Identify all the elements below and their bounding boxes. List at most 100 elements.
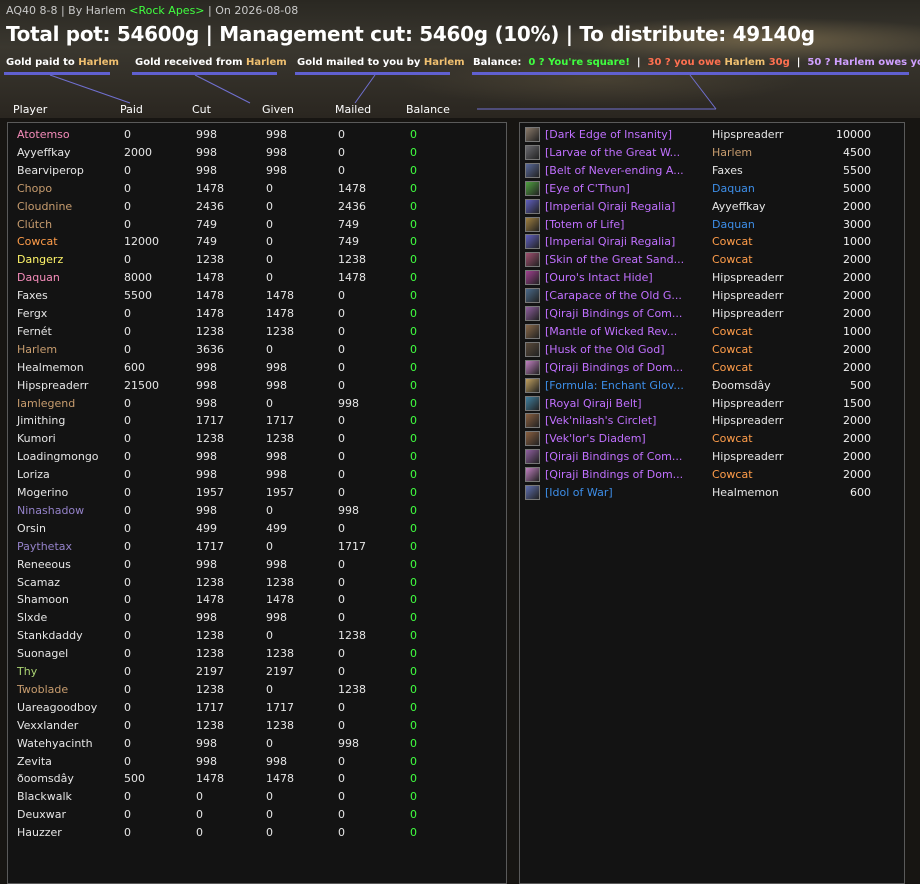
item-link[interactable]: [Husk of the Old God]: [545, 341, 705, 358]
item-amount: 3000: [843, 217, 871, 231]
player-row[interactable]: Loriza 0 998 998 0 0: [8, 466, 506, 483]
player-row[interactable]: Paythetax 0 1717 0 1717 0: [8, 538, 506, 555]
player-row[interactable]: Chopo 0 1478 0 1478 0: [8, 180, 506, 197]
item-link[interactable]: [Qiraji Bindings of Com...: [545, 448, 705, 465]
player-row[interactable]: Blackwalk 0 0 0 0 0: [8, 788, 506, 805]
player-row[interactable]: Watehyacinth 0 998 0 998 0: [8, 735, 506, 752]
loot-row[interactable]: [Larvae of the Great W... Harlem 4500: [520, 144, 904, 161]
item-link[interactable]: [Vek'nilash's Circlet]: [545, 412, 705, 429]
player-row[interactable]: Mogerino 0 1957 1957 0 0: [8, 484, 506, 501]
item-link[interactable]: [Royal Qiraji Belt]: [545, 395, 705, 412]
player-row[interactable]: Stankdaddy 0 1238 0 1238 0: [8, 627, 506, 644]
player-cut: 998: [196, 360, 217, 374]
loot-row[interactable]: [Qiraji Bindings of Com... Hipspreaderr 20…: [520, 305, 904, 322]
player-mailed: 998: [338, 736, 359, 750]
player-row[interactable]: Reneeous 0 998 998 0 0: [8, 556, 506, 573]
item-link[interactable]: [Belt of Never-ending A...: [545, 162, 705, 179]
player-row[interactable]: Jimithing 0 1717 1717 0 0: [8, 412, 506, 429]
item-link[interactable]: [Skin of the Great Sand...: [545, 251, 705, 268]
player-row[interactable]: Orsin 0 499 499 0 0: [8, 520, 506, 537]
player-row[interactable]: Bearviperop 0 998 998 0 0: [8, 162, 506, 179]
item-link[interactable]: [Larvae of the Great W...: [545, 144, 705, 161]
player-row[interactable]: Uareagoodboy 0 1717 1717 0 0: [8, 699, 506, 716]
loot-row[interactable]: [Belt of Never-ending A... Faxes 5500: [520, 162, 904, 179]
item-link[interactable]: [Qiraji Bindings of Dom...: [545, 359, 705, 376]
player-row[interactable]: Ayyeffkay 2000 998 998 0 0: [8, 144, 506, 161]
bindings-icon: [525, 359, 540, 375]
loot-row[interactable]: [Carapace of the Old G... Hipspreaderr 200…: [520, 287, 904, 304]
loot-row[interactable]: [Qiraji Bindings of Com... Hipspreaderr 20…: [520, 448, 904, 465]
player-row[interactable]: Zevita 0 998 998 0 0: [8, 753, 506, 770]
loot-row[interactable]: [Totem of Life] Daquan 3000: [520, 216, 904, 233]
player-row[interactable]: Shamoon 0 1478 1478 0 0: [8, 591, 506, 608]
player-name: Orsin: [17, 521, 46, 535]
player-row[interactable]: Fernét 0 1238 1238 0 0: [8, 323, 506, 340]
player-row[interactable]: Scamaz 0 1238 1238 0 0: [8, 574, 506, 591]
bindings-icon: [525, 467, 540, 483]
player-row[interactable]: Slxde 0 998 998 0 0: [8, 609, 506, 626]
player-row[interactable]: Vexxlander 0 1238 1238 0 0: [8, 717, 506, 734]
player-row[interactable]: Deuxwar 0 0 0 0 0: [8, 806, 506, 823]
loot-row[interactable]: [Husk of the Old God] Cowcat 2000: [520, 341, 904, 358]
player-row[interactable]: Hipspreaderr 21500 998 998 0 0: [8, 377, 506, 394]
player-row[interactable]: Hauzzer 0 0 0 0 0: [8, 824, 506, 841]
player-cut: 2197: [196, 665, 224, 678]
player-row[interactable]: Suonagel 0 1238 1238 0 0: [8, 645, 506, 662]
player-row[interactable]: ðoomsdây 500 1478 1478 0 0: [8, 770, 506, 787]
player-row[interactable]: Healmemon 600 998 998 0 0: [8, 359, 506, 376]
loot-row[interactable]: [Qiraji Bindings of Dom... Cowcat 2000: [520, 359, 904, 376]
player-row[interactable]: Dangerz 0 1238 0 1238 0: [8, 251, 506, 268]
item-link[interactable]: [Eye of C'Thun]: [545, 180, 705, 197]
item-link[interactable]: [Qiraji Bindings of Dom...: [545, 466, 705, 483]
loot-row[interactable]: [Formula: Enchant Glov... Ðoomsdây 500: [520, 377, 904, 394]
player-row[interactable]: Iamlegend 0 998 0 998 0: [8, 395, 506, 412]
player-row[interactable]: Harlem 0 3636 0 0 0: [8, 341, 506, 358]
loot-row[interactable]: [Mantle of Wicked Rev... Cowcat 1000: [520, 323, 904, 340]
connector-balance-right: [689, 74, 717, 110]
item-link[interactable]: [Mantle of Wicked Rev...: [545, 323, 705, 340]
player-row[interactable]: Clútch 0 749 0 749 0: [8, 216, 506, 233]
player-row[interactable]: Twoblade 0 1238 0 1238 0: [8, 681, 506, 698]
loot-row[interactable]: [Vek'lor's Diadem] Cowcat 2000: [520, 430, 904, 447]
col-header-mailed[interactable]: Mailed: [335, 103, 371, 116]
item-link[interactable]: [Dark Edge of Insanity]: [545, 126, 705, 143]
player-name: Uareagoodboy: [17, 700, 98, 714]
player-row[interactable]: Loadingmongo 0 998 998 0 0: [8, 448, 506, 465]
player-row[interactable]: Kumori 0 1238 1238 0 0: [8, 430, 506, 447]
col-header-paid[interactable]: Paid: [120, 103, 143, 116]
col-header-given[interactable]: Given: [262, 103, 294, 116]
player-name: Fernét: [17, 324, 52, 338]
player-row[interactable]: Fergx 0 1478 1478 0 0: [8, 305, 506, 322]
item-link[interactable]: [Qiraji Bindings of Com...: [545, 305, 705, 322]
player-row[interactable]: Atotemso 0 998 998 0 0: [8, 126, 506, 143]
col-header-player[interactable]: Player: [13, 103, 47, 116]
player-row[interactable]: Faxes 5500 1478 1478 0 0: [8, 287, 506, 304]
player-row[interactable]: Daquan 8000 1478 0 1478 0: [8, 269, 506, 286]
loot-row[interactable]: [Skin of the Great Sand... Cowcat 2000: [520, 251, 904, 268]
col-header-balance[interactable]: Balance: [406, 103, 450, 116]
player-row[interactable]: Cloudnine 0 2436 0 2436 0: [8, 198, 506, 215]
player-row[interactable]: Cowcat 12000 749 0 749 0: [8, 233, 506, 250]
loot-row[interactable]: [Ouro's Intact Hide] Hipspreaderr 2000: [520, 269, 904, 286]
item-amount: 2000: [843, 450, 871, 464]
loot-row[interactable]: [Vek'nilash's Circlet] Hipspreaderr 2000: [520, 412, 904, 429]
item-link[interactable]: [Totem of Life]: [545, 216, 705, 233]
loot-row[interactable]: [Idol of War] Healmemon 600: [520, 484, 904, 501]
loot-row[interactable]: [Royal Qiraji Belt] Hipspreaderr 1500: [520, 395, 904, 412]
item-link[interactable]: [Imperial Qiraji Regalia]: [545, 233, 705, 250]
loot-row[interactable]: [Eye of C'Thun] Daquan 5000: [520, 180, 904, 197]
player-row[interactable]: Ninashadow 0 998 0 998 0: [8, 502, 506, 519]
item-link[interactable]: [Imperial Qiraji Regalia]: [545, 198, 705, 215]
loot-row[interactable]: [Imperial Qiraji Regalia] Ayyeffkay 2000: [520, 198, 904, 215]
player-name: Harlem: [17, 342, 58, 356]
player-row[interactable]: Thy 0 2197 2197 0 0: [8, 663, 506, 680]
item-link[interactable]: [Ouro's Intact Hide]: [545, 269, 705, 286]
item-link[interactable]: [Idol of War]: [545, 484, 705, 501]
loot-row[interactable]: [Qiraji Bindings of Dom... Cowcat 2000: [520, 466, 904, 483]
loot-row[interactable]: [Imperial Qiraji Regalia] Cowcat 1000: [520, 233, 904, 250]
item-link[interactable]: [Carapace of the Old G...: [545, 287, 705, 304]
loot-row[interactable]: [Dark Edge of Insanity] Hipspreaderr 10000: [520, 126, 904, 143]
item-link[interactable]: [Vek'lor's Diadem]: [545, 430, 705, 447]
col-header-cut[interactable]: Cut: [192, 103, 211, 116]
item-link[interactable]: [Formula: Enchant Glov...: [545, 377, 705, 394]
